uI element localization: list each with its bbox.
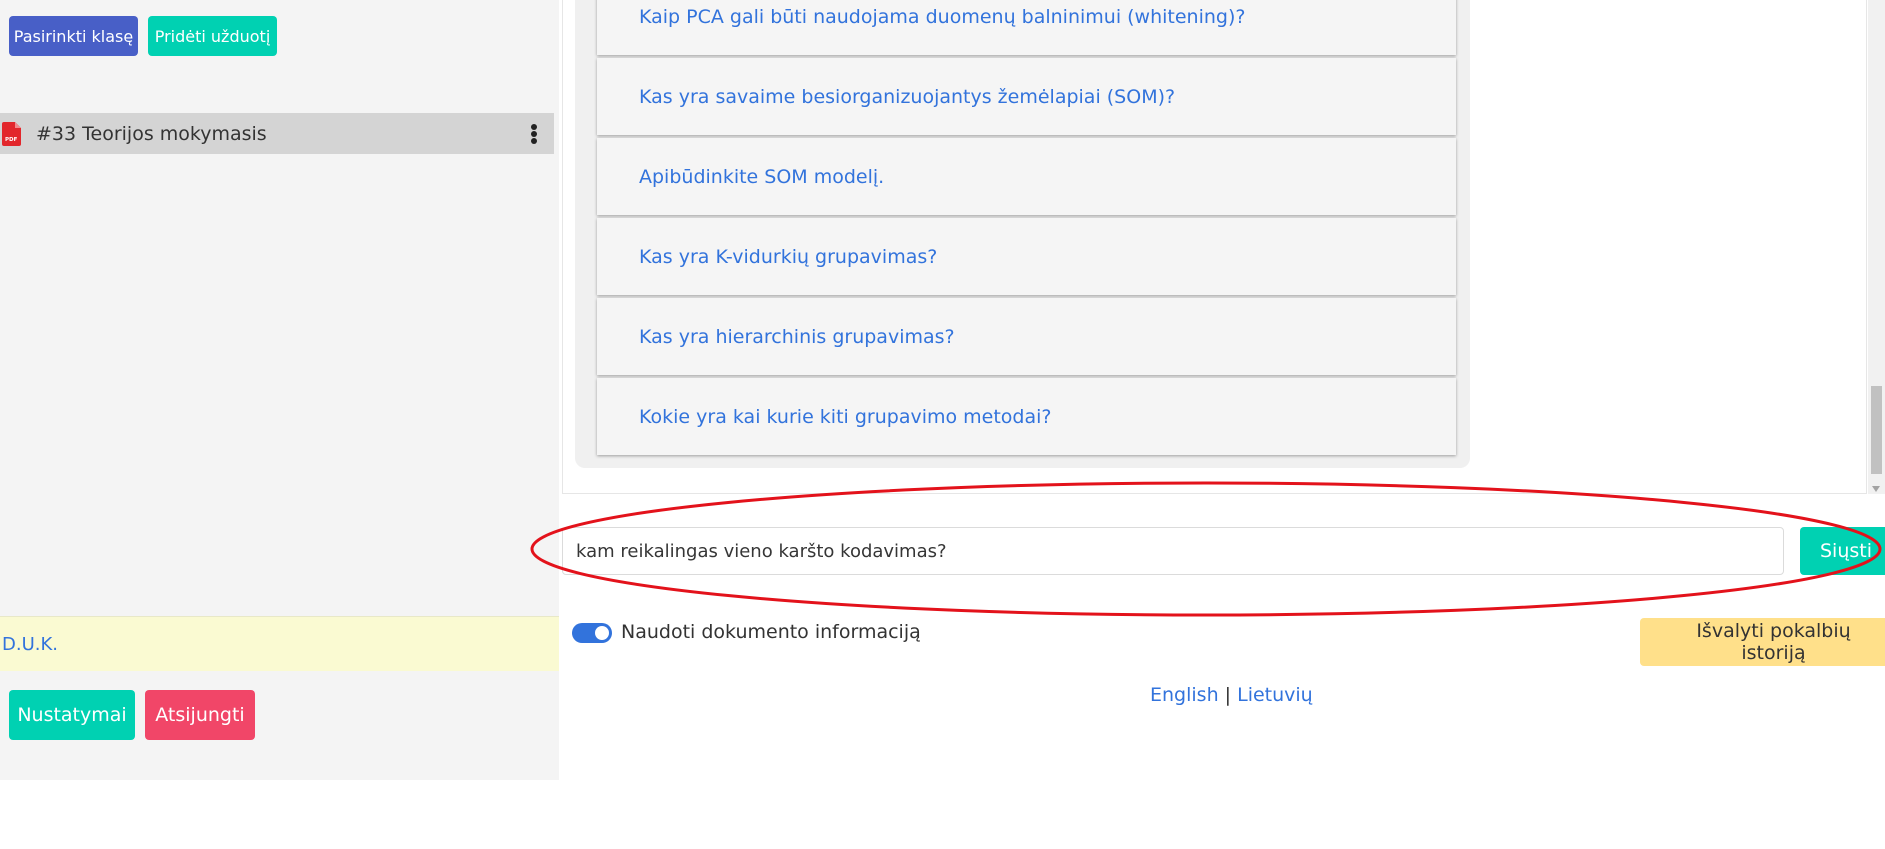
language-lithuanian-link[interactable]: Lietuvių [1237,684,1313,706]
language-english-link[interactable]: English [1150,684,1219,706]
use-document-toggle[interactable] [572,623,612,643]
language-separator: | [1224,684,1232,706]
scrollbar-thumb[interactable] [1871,386,1882,474]
chat-input[interactable] [562,527,1784,575]
sidebar: Pasirinkti klasę Pridėti užduotį PDF #33… [0,0,559,780]
svg-text:PDF: PDF [5,137,18,143]
toggle-knob [595,626,609,640]
task-item[interactable]: PDF #33 Teorijos mokymasis [0,113,554,154]
suggested-question[interactable]: Kokie yra kai kurie kiti grupavimo metod… [597,378,1456,455]
pdf-file-icon: PDF [2,122,21,146]
clear-history-button[interactable]: Išvalyti pokalbių istoriją [1640,618,1885,666]
language-switcher: English | Lietuvių [1150,684,1313,706]
scroll-down-arrow-icon[interactable] [1872,486,1880,492]
add-task-button[interactable]: Pridėti užduotį [148,16,277,56]
faq-bar: D.U.K. [0,616,559,671]
suggested-question[interactable]: Kaip PCA gali būti naudojama duomenų bal… [597,0,1456,55]
suggested-question[interactable]: Kas yra K-vidurkių grupavimas? [597,218,1456,295]
suggested-question[interactable]: Kas yra hierarchinis grupavimas? [597,298,1456,375]
settings-button[interactable]: Nustatymai [9,690,135,740]
logout-button[interactable]: Atsijungti [145,690,255,740]
send-button[interactable]: Siųsti [1800,527,1885,575]
use-document-label: Naudoti dokumento informaciją [621,621,921,643]
faq-link[interactable]: D.U.K. [2,634,58,655]
more-options-icon[interactable] [524,121,544,147]
suggested-question[interactable]: Kas yra savaime besiorganizuojantys žemė… [597,58,1456,135]
task-label: #33 Teorijos mokymasis [36,123,267,145]
select-class-button[interactable]: Pasirinkti klasę [9,16,138,56]
suggested-question[interactable]: Apibūdinkite SOM modelį. [597,138,1456,215]
chat-scrollbar[interactable] [1868,0,1885,494]
